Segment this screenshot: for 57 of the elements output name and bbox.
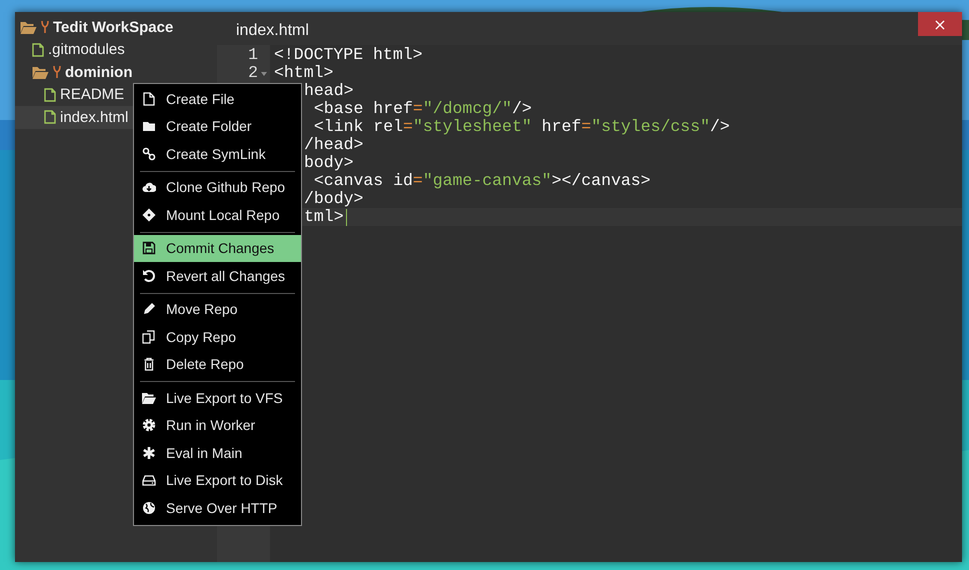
code-line: /head> (304, 136, 364, 154)
tree-item[interactable]: README (60, 86, 124, 104)
code-line: /body> (304, 190, 364, 208)
tree-item[interactable]: dominion (65, 64, 132, 81)
menu-item[interactable]: Move Repo (134, 296, 301, 323)
tree-item[interactable]: Tedit WorkSpace (53, 18, 174, 36)
line-number: 2 (248, 64, 258, 82)
undo-icon (142, 268, 156, 283)
menu-item[interactable]: Create SymLink (134, 140, 301, 168)
folder-open-icon (142, 390, 156, 405)
menu-item[interactable]: Mount Local Repo (134, 201, 301, 228)
code-line: tml> (304, 208, 344, 226)
drive-icon (142, 473, 156, 488)
menu-item[interactable]: Serve Over HTTP (134, 494, 301, 522)
menu-item[interactable]: Create Folder (134, 112, 301, 140)
pencil-icon (142, 302, 156, 316)
menu-item[interactable]: Clone Github Repo (134, 174, 301, 201)
code-line: <html> (274, 64, 334, 82)
menu-item[interactable]: Eval in Main (134, 439, 301, 466)
file-tab[interactable]: index.html (236, 22, 309, 40)
menu-item[interactable]: Create File (134, 85, 301, 112)
globe-icon (142, 500, 156, 515)
menu-item[interactable]: Live Export to Disk (134, 466, 301, 494)
code-line: <base href="/domcg/"/> (312, 100, 532, 118)
close-button[interactable]: × (918, 12, 962, 36)
link-icon (142, 146, 156, 161)
text-cursor (346, 208, 347, 226)
file-icon (44, 88, 56, 102)
folder-open-icon (32, 65, 49, 80)
cloud-download-icon (142, 180, 156, 194)
file-icon (142, 92, 156, 106)
floppy-icon (142, 241, 156, 256)
folder-icon (142, 119, 156, 134)
asterisk-icon (142, 446, 156, 460)
diamond-icon (142, 208, 156, 222)
fork-icon (41, 20, 49, 34)
tree-item[interactable]: .gitmodules (48, 41, 125, 58)
trash-icon (142, 357, 156, 372)
code-line: head> (304, 82, 354, 100)
fold-arrow-icon[interactable] (261, 72, 267, 76)
menu-item[interactable]: Revert all Changes (134, 262, 301, 290)
fork-icon (53, 65, 61, 80)
menu-item[interactable]: Commit Changes (134, 234, 301, 262)
code-line: <!DOCTYPE html> (274, 46, 423, 64)
code-line: <canvas id="game-canvas"></canvas> (312, 172, 651, 190)
file-icon (44, 110, 56, 124)
code-line: <link rel="stylesheet" href="styles/css"/> (312, 118, 730, 136)
gear-icon (142, 418, 156, 432)
code-line: body> (304, 154, 354, 172)
menu-item[interactable]: Delete Repo (134, 350, 301, 378)
copy-icon (142, 330, 156, 344)
menu-item[interactable]: Copy Repo (134, 323, 301, 350)
folder-open-icon (20, 20, 37, 34)
line-number: 1 (248, 46, 258, 64)
menu-item[interactable]: Run in Worker (134, 412, 301, 439)
file-icon (32, 42, 44, 57)
menu-item[interactable]: Live Export to VFS (134, 384, 301, 412)
